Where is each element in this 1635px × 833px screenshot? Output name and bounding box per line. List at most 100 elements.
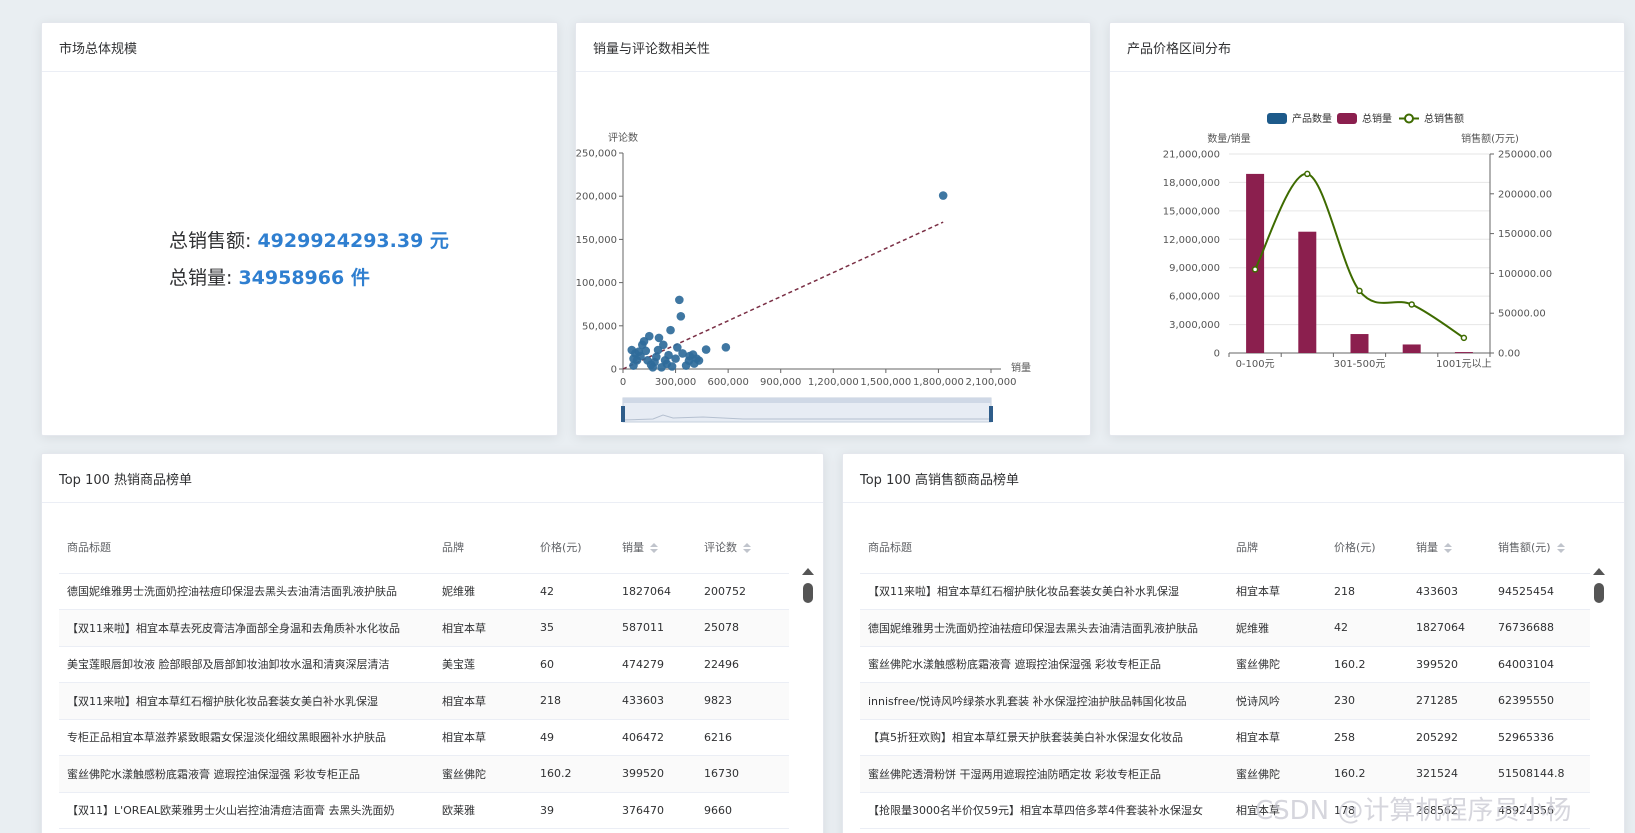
sort-icon[interactable] [743, 543, 751, 554]
revenue-point[interactable] [1251, 266, 1259, 273]
revenue-point[interactable] [1356, 287, 1363, 295]
table-cell: 49 [532, 719, 614, 756]
table-cell: 399520 [614, 755, 696, 793]
col-revenue-sortable[interactable]: 销售额(元) [1490, 522, 1590, 574]
scatter-point[interactable] [627, 345, 637, 355]
revenue-point[interactable] [1460, 334, 1468, 342]
y-tick-label: 250,000 [576, 149, 617, 160]
col-qty-sortable[interactable]: 销量 [614, 522, 696, 574]
bar-total-qty[interactable] [1454, 352, 1473, 354]
table-cell: 160.2 [532, 755, 614, 793]
sort-icon[interactable] [1556, 543, 1565, 554]
table-row[interactable]: 【双11来啦】相宜本草红石榴护肤化妆品套装女美白补水乳保湿 相宜本草 218 4336… [860, 573, 1590, 610]
table-cell: 【双11来啦】相宜本草去死皮膏洁净面部全身温和去角质补水化妆品 [59, 609, 434, 647]
sort-icon[interactable] [1444, 543, 1452, 554]
zoom-handle-left[interactable] [621, 406, 625, 422]
chart-legend[interactable]: 产品数量 总销量 总销售额 [1267, 112, 1464, 125]
table-row[interactable]: 专柜正品相宜本草滋养紧致眼霜女保湿淡化细纹黑眼圈补水护肤品 相宜本草 49 40647… [59, 719, 789, 756]
x-tick-label: 0-100元 [1236, 359, 1275, 370]
price-title: 产品价格区间分布 [1110, 23, 1624, 72]
table-cell: 76736688 [1490, 609, 1590, 647]
col-qty-sortable[interactable]: 销量 [1408, 522, 1490, 574]
scatter-point[interactable] [701, 345, 711, 354]
bar-total-qty[interactable] [1402, 344, 1421, 353]
col-reviews-sortable[interactable]: 评论数 [696, 522, 789, 574]
left-tick-label: 18,000,000 [1163, 178, 1220, 189]
revenue-point[interactable] [1304, 170, 1311, 178]
scatter-point[interactable] [721, 343, 731, 352]
table-cell: innisfree/悦诗风吟绿茶水乳套装 补水保湿控油护肤品韩国化妆品 [860, 682, 1228, 720]
scroll-up-arrow-icon[interactable] [1593, 568, 1605, 575]
table-cell: 64003104 [1490, 646, 1590, 683]
top-sales-scrollbar[interactable] [802, 568, 814, 833]
total-qty-label: 总销量: [169, 267, 233, 289]
y-tick-label: 150,000 [576, 235, 617, 246]
legend-label[interactable]: 产品数量 [1292, 112, 1332, 125]
table-cell: 妮维雅 [1228, 609, 1326, 647]
table-row[interactable]: innisfree/悦诗风吟绿茶水乳套装 补水保湿控油护肤品韩国化妆品 悦诗风吟 2… [860, 682, 1590, 720]
legend-swatch[interactable] [1404, 113, 1414, 124]
table-row[interactable]: 【双11来啦】相宜本草红石榴护肤化妆品套装女美白补水乳保湿 相宜本草 218 4336… [59, 682, 789, 720]
table-row[interactable]: 【真5折狂欢购】相宜本草红景天护肤套装美白补水保湿女化妆品 相宜本草 258 2052… [860, 719, 1590, 756]
table-row[interactable]: 蜜丝佛陀水漾触感粉底霜液膏 遮瑕控油保湿强 彩妆专柜正品 蜜丝佛陀 160.2 399… [860, 646, 1590, 683]
sort-icon[interactable] [650, 543, 658, 554]
right-tick-label: 250000.00 [1498, 150, 1552, 161]
table-row[interactable]: 德国妮维雅男士洗面奶控油祛痘印保湿去黑头去油清洁面乳液护肤品 妮维雅 42 18270… [59, 573, 789, 610]
scroll-up-arrow-icon[interactable] [802, 568, 814, 575]
bar-total-qty[interactable] [1350, 334, 1369, 353]
top-sales-card: Top 100 热销商品榜单 商品标题 品牌 价格(元) 销量 评论数 德国妮维… [41, 453, 824, 833]
bar-total-qty[interactable] [1246, 173, 1265, 353]
legend-swatch[interactable] [1267, 113, 1287, 124]
table-cell: 1827064 [614, 573, 696, 610]
scatter-point[interactable] [673, 343, 682, 352]
table-cell: 【双11来啦】相宜本草红石榴护肤化妆品套装女美白补水乳保湿 [59, 682, 434, 720]
legend-swatch[interactable] [1337, 113, 1357, 124]
table-cell: 蜜丝佛陀水漾触感粉底霜液膏 遮瑕控油保湿强 彩妆专柜正品 [860, 646, 1228, 683]
top-revenue-scrollbar[interactable] [1593, 568, 1605, 833]
bar-total-qty[interactable] [1298, 231, 1317, 353]
table-cell: 399520 [1408, 646, 1490, 683]
table-row[interactable]: 蜜丝佛陀透滑粉饼 干湿两用遮瑕控油防晒定妆 彩妆专柜正品 蜜丝佛陀 160.2 321… [860, 755, 1590, 793]
table-row[interactable]: 【双11】L'OREAL欧莱雅男士火山岩控油清痘洁面膏 去黑头洗面奶 欧莱雅 39 3… [59, 792, 789, 829]
x-tick-label: 600,000 [707, 377, 748, 388]
scatter-point[interactable] [659, 340, 668, 350]
right-tick-label: 100000.00 [1498, 269, 1552, 280]
zoom-handle-right[interactable] [989, 406, 993, 422]
scatter-point[interactable] [938, 191, 948, 200]
scroll-thumb[interactable] [1594, 583, 1604, 603]
scatter-point[interactable] [641, 346, 651, 356]
scatter-point[interactable] [660, 356, 670, 365]
scatter-point[interactable] [676, 311, 686, 321]
table-cell: 433603 [1408, 573, 1490, 610]
scroll-thumb[interactable] [803, 583, 813, 603]
table-cell: 321524 [1408, 755, 1490, 793]
scatter-point[interactable] [651, 352, 661, 362]
legend-label[interactable]: 总销量 [1362, 112, 1392, 125]
scatter-point[interactable] [666, 325, 675, 335]
table-row[interactable]: 美宝莲眼唇卸妆液 脸部眼部及唇部卸妆油卸妆水温和清爽深层清洁 美宝莲 60 47427… [59, 646, 789, 683]
table-cell: 【双11】L'OREAL欧莱雅男士火山岩控油清痘洁面膏 去黑头洗面奶 [59, 792, 434, 829]
scatter-chart[interactable]: 0 50,000 100,000 150,000 200,000 250,000 0 300,… [576, 72, 1091, 436]
table-row[interactable]: 德国妮维雅男士洗面奶控油祛痘印保湿去黑头去油清洁面乳液护肤品 妮维雅 42 18270… [860, 609, 1590, 647]
scatter-point[interactable] [675, 295, 684, 305]
x-tick-label: 1001元以上 [1436, 358, 1491, 370]
right-tick-label: 0.00 [1498, 349, 1520, 360]
table-row[interactable]: 【双11来啦】相宜本草去死皮膏洁净面部全身温和去角质补水化妆品 相宜本草 35 587… [59, 609, 789, 647]
top-sales-table: 商品标题 品牌 价格(元) 销量 评论数 德国妮维雅男士洗面奶控油祛痘印保湿去黑… [59, 522, 789, 829]
scatter-point[interactable] [648, 362, 658, 372]
left-tick-label: 3,000,000 [1169, 320, 1220, 331]
table-cell: 悦诗风吟 [1228, 682, 1326, 720]
x-tick-label: 1,500,000 [860, 377, 911, 388]
scatter-point[interactable] [632, 356, 642, 365]
scatter-point[interactable] [692, 354, 701, 363]
legend-label[interactable]: 总销售额 [1424, 112, 1464, 125]
price-distribution-chart[interactable]: 产品数量 总销量 总销售额数量/销量 销售额(万元) 0 3,000,000 6,000,0… [1110, 72, 1625, 436]
table-row[interactable]: 蜜丝佛陀水漾触感粉底霜液膏 遮瑕控油保湿强 彩妆专柜正品 蜜丝佛陀 160.2 399… [59, 755, 789, 793]
revenue-line [1254, 172, 1465, 339]
left-tick-label: 21,000,000 [1163, 150, 1220, 161]
scatter-point[interactable] [681, 361, 691, 370]
data-zoom-slider[interactable] [621, 397, 993, 423]
col-brand: 品牌 [434, 522, 532, 574]
scatter-point[interactable] [667, 362, 677, 371]
revenue-point[interactable] [1408, 301, 1415, 308]
